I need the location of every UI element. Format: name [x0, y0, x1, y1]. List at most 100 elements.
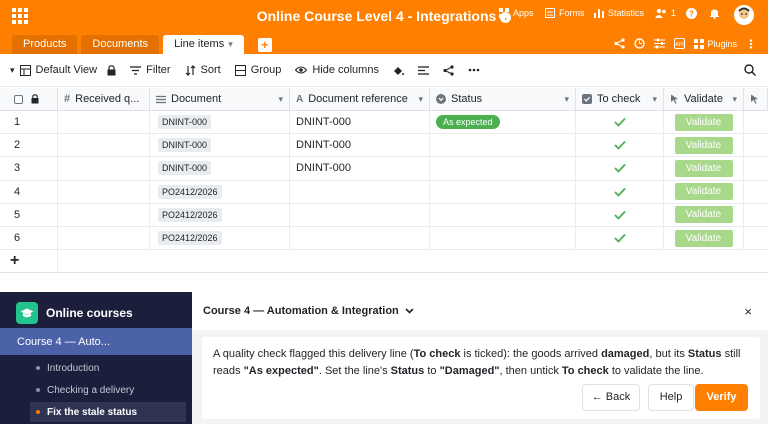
chevron-down-icon[interactable]: ▾: [732, 94, 737, 105]
column-header-to-check[interactable]: To check ▾: [576, 88, 664, 110]
table-row[interactable]: 6 PO2412/2026 Validate: [0, 226, 768, 251]
chevron-down-icon[interactable]: ▾: [278, 94, 283, 105]
group-button[interactable]: Group: [234, 64, 281, 76]
to-check-cell[interactable]: [576, 111, 664, 134]
status-cell[interactable]: [430, 180, 576, 203]
column-header-received-quantity[interactable]: # Received q...: [58, 88, 150, 110]
column-header-document[interactable]: Document ▾: [150, 88, 290, 110]
api-icon[interactable]: API: [674, 38, 686, 49]
document-cell[interactable]: PO2412/2026: [150, 226, 290, 250]
sidebar-item-checking-a-delivery[interactable]: Checking a delivery: [30, 380, 186, 400]
to-check-cell[interactable]: [576, 226, 664, 250]
chevron-down-icon[interactable]: ▾: [652, 94, 657, 105]
avatar[interactable]: [734, 5, 754, 25]
document-reference-cell[interactable]: [290, 180, 430, 203]
document-reference-cell[interactable]: DNINT-000: [290, 111, 430, 134]
row-color-icon[interactable]: [393, 65, 404, 76]
status-cell[interactable]: [430, 203, 576, 226]
check-icon[interactable]: [613, 210, 626, 220]
document-reference-cell[interactable]: [290, 203, 430, 226]
table-row[interactable]: 3 DNINT-000 DNINT-000 Validate: [0, 157, 768, 181]
lock-view-icon[interactable]: [107, 64, 116, 76]
column-header-status[interactable]: Status ▾: [430, 88, 576, 110]
status-cell[interactable]: As expected: [430, 111, 576, 134]
back-button[interactable]: ← Back: [582, 384, 640, 411]
document-link[interactable]: PO2412/2026: [158, 184, 222, 199]
chevron-down-icon[interactable]: [405, 308, 414, 314]
history-icon[interactable]: [634, 38, 646, 49]
bell-icon[interactable]: [709, 8, 720, 19]
table-row[interactable]: 1 DNINT-000 DNINT-000 As expected Valida…: [0, 111, 768, 135]
check-icon[interactable]: [613, 187, 626, 197]
column-header-validate[interactable]: Validate ▾: [664, 88, 744, 110]
to-check-cell[interactable]: [576, 203, 664, 226]
document-reference-cell[interactable]: DNINT-000: [290, 157, 430, 180]
help-button[interactable]: Help: [648, 384, 694, 411]
column-header-document-reference[interactable]: A Document reference ▾: [290, 88, 430, 110]
sidebar-course-selector[interactable]: Course 4 — Auto...: [0, 328, 192, 355]
document-link[interactable]: DNINT-000: [158, 138, 212, 153]
tab-documents[interactable]: Documents: [81, 35, 160, 54]
document-link[interactable]: PO2412/2026: [158, 231, 222, 246]
table-row[interactable]: 2 DNINT-000 DNINT-000 Validate: [0, 134, 768, 158]
more-vertical-icon[interactable]: [746, 38, 756, 49]
verify-button[interactable]: Verify: [695, 384, 748, 411]
sidebar-item-fix-the-stale-status[interactable]: Fix the stale status: [30, 402, 186, 422]
select-all-checkbox[interactable]: [14, 94, 23, 104]
document-reference-cell[interactable]: DNINT-000: [290, 134, 430, 157]
document-reference-cell[interactable]: [290, 226, 430, 250]
table-row[interactable]: 5 PO2412/2026 Validate: [0, 203, 768, 227]
plugins-button[interactable]: Plugins: [694, 38, 737, 49]
sliders-icon[interactable]: [654, 38, 666, 49]
validate-button[interactable]: Validate: [674, 206, 733, 224]
share-icon[interactable]: [614, 38, 626, 49]
document-cell[interactable]: DNINT-000: [150, 157, 290, 180]
document-cell[interactable]: PO2412/2026: [150, 203, 290, 226]
column-header-next[interactable]: [744, 88, 768, 110]
document-link[interactable]: PO2412/2026: [158, 207, 222, 222]
more-horizontal-icon[interactable]: [468, 68, 480, 72]
received-quantity-cell[interactable]: [58, 203, 150, 226]
validate-button[interactable]: Validate: [674, 159, 733, 177]
help-circle-icon[interactable]: ?: [686, 8, 697, 19]
add-row-button[interactable]: +: [0, 252, 19, 270]
share-view-icon[interactable]: [443, 64, 454, 76]
collaborators-button[interactable]: 1: [655, 8, 676, 18]
status-cell[interactable]: [430, 134, 576, 157]
received-quantity-cell[interactable]: [58, 111, 150, 134]
filter-button[interactable]: Filter: [130, 64, 171, 76]
table-row[interactable]: 4 PO2412/2026 Validate: [0, 180, 768, 204]
to-check-cell[interactable]: [576, 134, 664, 157]
status-cell[interactable]: [430, 157, 576, 180]
received-quantity-cell[interactable]: [58, 180, 150, 203]
view-menu[interactable]: ▾ Default View: [10, 64, 97, 76]
panel-header[interactable]: Course 4 — Automation & Integration: [192, 292, 768, 330]
check-icon[interactable]: [613, 140, 626, 151]
document-cell[interactable]: PO2412/2026: [150, 180, 290, 203]
search-icon[interactable]: [744, 64, 757, 79]
validate-button[interactable]: Validate: [674, 229, 733, 247]
to-check-cell[interactable]: [576, 180, 664, 203]
tab-line-items[interactable]: Line items ▾: [163, 35, 244, 54]
statistics-button[interactable]: Statistics: [594, 8, 644, 18]
received-quantity-cell[interactable]: [58, 157, 150, 180]
chevron-down-icon[interactable]: ▾: [418, 94, 423, 105]
chevron-down-icon[interactable]: ▾: [564, 94, 569, 105]
sort-button[interactable]: Sort: [185, 64, 221, 76]
apps-button[interactable]: Apps: [499, 8, 534, 18]
validate-button[interactable]: Validate: [674, 183, 733, 201]
document-link[interactable]: DNINT-000: [158, 161, 212, 176]
received-quantity-cell[interactable]: [58, 134, 150, 157]
document-cell[interactable]: DNINT-000: [150, 134, 290, 157]
check-icon[interactable]: [613, 233, 626, 243]
hide-columns-button[interactable]: Hide columns: [295, 64, 379, 76]
document-link[interactable]: DNINT-000: [158, 115, 212, 130]
check-icon[interactable]: [613, 163, 626, 174]
received-quantity-cell[interactable]: [58, 226, 150, 250]
validate-button[interactable]: Validate: [674, 136, 733, 154]
app-grid-icon[interactable]: [12, 8, 28, 24]
status-cell[interactable]: [430, 226, 576, 250]
tab-products[interactable]: Products: [12, 35, 78, 54]
check-icon[interactable]: [613, 117, 626, 127]
to-check-cell[interactable]: [576, 157, 664, 180]
